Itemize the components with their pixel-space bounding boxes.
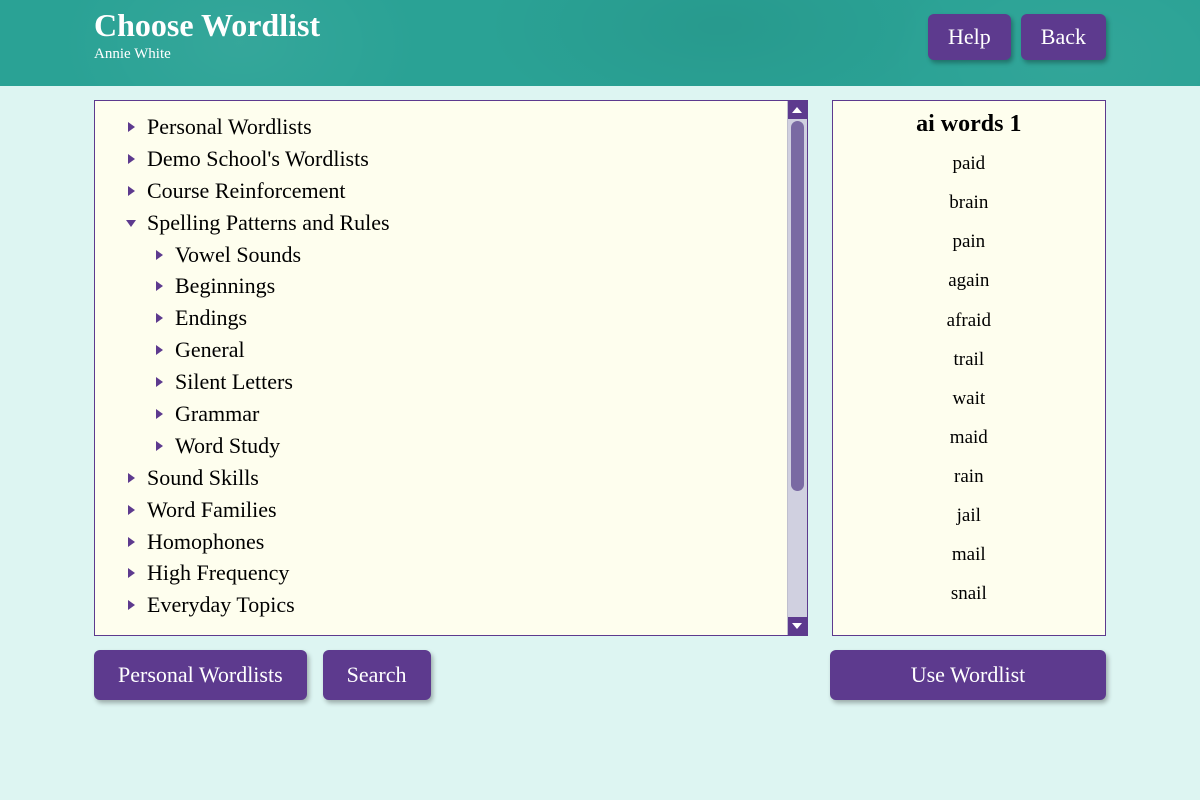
tree-item[interactable]: General <box>153 334 777 366</box>
triangle-right-icon <box>153 280 167 292</box>
triangle-right-icon <box>153 440 167 452</box>
triangle-right-icon <box>125 567 139 579</box>
scroll-thumb[interactable] <box>791 121 804 491</box>
scroll-down-button[interactable] <box>788 617 807 635</box>
back-button[interactable]: Back <box>1021 14 1106 60</box>
tree-item[interactable]: Endings <box>153 302 777 334</box>
tree-item-label: Beginnings <box>175 270 275 302</box>
chevron-down-icon <box>791 617 803 635</box>
header-left: Choose Wordlist Annie White <box>94 0 320 63</box>
preview-word: trail <box>839 340 1099 379</box>
preview-word: wait <box>839 379 1099 418</box>
tree-item[interactable]: Sound Skills <box>125 462 777 494</box>
triangle-right-icon <box>125 121 139 133</box>
button-row: Personal Wordlists Search Use Wordlist <box>0 636 1200 700</box>
tree-item[interactable]: Word Families <box>125 494 777 526</box>
header: Choose Wordlist Annie White Help Back <box>0 0 1200 86</box>
preview-word: afraid <box>839 301 1099 340</box>
word-list: paidbrainpainagainafraidtrailwaitmaidrai… <box>839 144 1099 614</box>
tree-item[interactable]: High Frequency <box>125 557 777 589</box>
tree-item[interactable]: Course Reinforcement <box>125 175 777 207</box>
tree-item-label: Vowel Sounds <box>175 239 301 271</box>
tree-item-label: Demo School's Wordlists <box>147 143 369 175</box>
header-buttons: Help Back <box>928 0 1106 60</box>
preview-word: rain <box>839 457 1099 496</box>
tree-item[interactable]: Grammar <box>153 398 777 430</box>
tree-item[interactable]: Homophones <box>125 526 777 558</box>
tree-item-label: Personal Wordlists <box>147 111 312 143</box>
tree-item-label: Sound Skills <box>147 462 259 494</box>
tree-item-label: Grammar <box>175 398 259 430</box>
scroll-up-button[interactable] <box>788 101 807 119</box>
tree-content: Personal WordlistsDemo School's Wordlist… <box>95 101 787 635</box>
preview-word: snail <box>839 574 1099 613</box>
tree-item[interactable]: Spelling Patterns and Rules <box>125 207 777 239</box>
preview-title: ai words 1 <box>839 111 1099 138</box>
preview-word: mail <box>839 535 1099 574</box>
help-button[interactable]: Help <box>928 14 1011 60</box>
triangle-right-icon <box>125 472 139 484</box>
personal-wordlists-button[interactable]: Personal Wordlists <box>94 650 307 700</box>
main-content: Personal WordlistsDemo School's Wordlist… <box>0 86 1200 636</box>
tree-item-label: Course Reinforcement <box>147 175 346 207</box>
scrollbar[interactable] <box>787 101 807 635</box>
tree-item[interactable]: Everyday Topics <box>125 589 777 621</box>
tree-item-label: Everyday Topics <box>147 589 295 621</box>
scroll-track[interactable] <box>788 119 807 617</box>
triangle-right-icon <box>125 536 139 548</box>
preview-word: pain <box>839 222 1099 261</box>
tree-item-label: General <box>175 334 245 366</box>
page-title: Choose Wordlist <box>94 6 320 44</box>
preview-word: paid <box>839 144 1099 183</box>
triangle-right-icon <box>125 153 139 165</box>
tree-item[interactable]: Personal Wordlists <box>125 111 777 143</box>
triangle-right-icon <box>125 599 139 611</box>
tree-item[interactable]: Beginnings <box>153 270 777 302</box>
triangle-right-icon <box>153 408 167 420</box>
user-name: Annie White <box>94 46 320 63</box>
tree-item-label: Word Study <box>175 430 280 462</box>
triangle-right-icon <box>125 185 139 197</box>
use-wordlist-button[interactable]: Use Wordlist <box>830 650 1106 700</box>
triangle-right-icon <box>125 504 139 516</box>
triangle-right-icon <box>153 344 167 356</box>
chevron-up-icon <box>791 101 803 119</box>
preview-word: again <box>839 261 1099 300</box>
tree-item[interactable]: Vowel Sounds <box>153 239 777 271</box>
button-row-left: Personal Wordlists Search <box>94 650 431 700</box>
tree-item-label: Spelling Patterns and Rules <box>147 207 390 239</box>
tree-item[interactable]: Demo School's Wordlists <box>125 143 777 175</box>
tree-item-label: High Frequency <box>147 557 289 589</box>
tree-item-label: Homophones <box>147 526 264 558</box>
tree-item[interactable]: Silent Letters <box>153 366 777 398</box>
tree-item-label: Silent Letters <box>175 366 293 398</box>
tree-item-label: Word Families <box>147 494 277 526</box>
preview-word: brain <box>839 183 1099 222</box>
search-button[interactable]: Search <box>323 650 431 700</box>
tree-item[interactable]: Word Study <box>153 430 777 462</box>
triangle-right-icon <box>153 312 167 324</box>
tree-container: Personal WordlistsDemo School's Wordlist… <box>94 100 808 636</box>
wordlist-tree-panel: Personal WordlistsDemo School's Wordlist… <box>94 100 808 636</box>
wordlist-preview-panel: ai words 1 paidbrainpainagainafraidtrail… <box>832 100 1106 636</box>
tree-item-label: Endings <box>175 302 247 334</box>
preview-word: jail <box>839 496 1099 535</box>
preview-word: maid <box>839 418 1099 457</box>
triangle-right-icon <box>153 249 167 261</box>
triangle-down-icon <box>125 217 139 229</box>
triangle-right-icon <box>153 376 167 388</box>
